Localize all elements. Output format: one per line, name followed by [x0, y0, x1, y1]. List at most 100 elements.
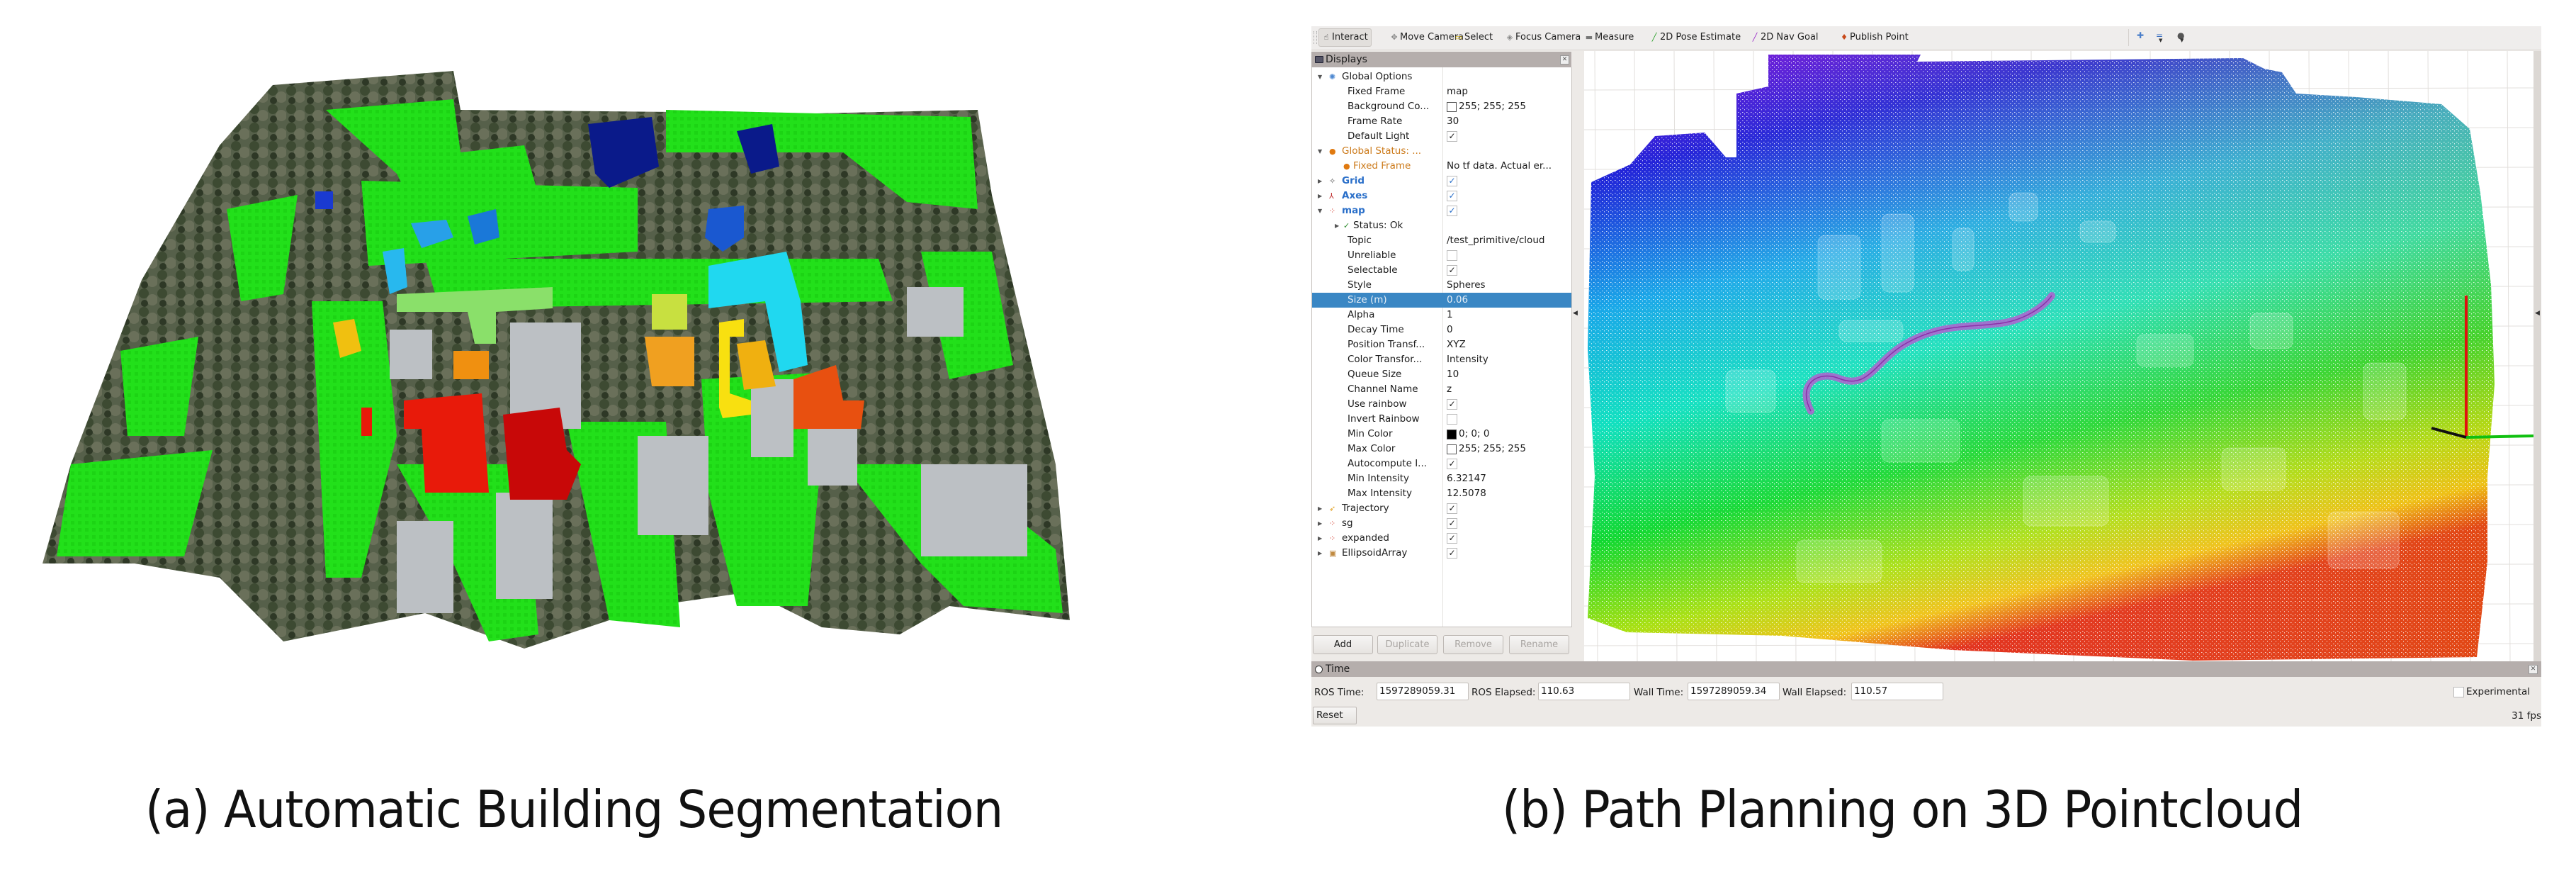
right-dock-handle[interactable]	[2533, 51, 2541, 663]
checkbox[interactable]	[1447, 250, 1457, 261]
reset-button[interactable]: Reset	[1313, 707, 1357, 724]
rename-button[interactable]: Rename	[1509, 635, 1569, 654]
row-value[interactable]: map	[1447, 84, 1468, 99]
tree-row[interactable]: Selectable ✓	[1312, 263, 1571, 278]
collapse-arrow-icon[interactable]: ▶	[1318, 189, 1322, 203]
checkbox[interactable]: ✓	[1447, 191, 1457, 201]
tree-row[interactable]: Invert Rainbow	[1312, 412, 1571, 427]
remove-button[interactable]: Remove	[1443, 635, 1503, 654]
remove-tool-button[interactable]: = ▼	[2156, 30, 2163, 43]
collapse-arrow-icon[interactable]: ▶	[1318, 501, 1322, 516]
wall-time-field[interactable]: 1597289059.34	[1688, 683, 1780, 700]
row-value[interactable]: 30	[1447, 114, 1459, 129]
row-value[interactable]: 255; 255; 255	[1459, 442, 1526, 456]
collapse-arrow-icon[interactable]: ▶	[1318, 174, 1322, 189]
tree-row[interactable]: Min Intensity 6.32147	[1312, 471, 1571, 486]
checkbox[interactable]: ✓	[1447, 503, 1457, 514]
camera-type-button[interactable]: ● ▼	[2177, 30, 2184, 43]
add-button[interactable]: Add	[1313, 635, 1373, 654]
tree-row[interactable]: Min Color 0; 0; 0	[1312, 427, 1571, 442]
row-value[interactable]: 0; 0; 0	[1459, 427, 1489, 442]
row-value[interactable]: 10	[1447, 367, 1459, 382]
tree-row[interactable]: Max Color 255; 255; 255	[1312, 442, 1571, 456]
tree-row[interactable]: ▶ ➶ Trajectory ✓	[1312, 501, 1571, 516]
collapse-arrow-icon[interactable]: ▶	[1318, 516, 1322, 531]
tree-row[interactable]: Background Co... 255; 255; 255	[1312, 99, 1571, 114]
checkbox[interactable]: ✓	[1447, 265, 1457, 276]
tree-row[interactable]: Default Light ✓	[1312, 129, 1571, 144]
tree-row[interactable]: Unreliable	[1312, 248, 1571, 263]
expand-arrow-icon[interactable]: ▼	[1318, 203, 1322, 218]
tool-interact[interactable]: ☝ Interact	[1318, 28, 1372, 47]
checkbox[interactable]: ✓	[1447, 518, 1457, 529]
tree-row[interactable]: ▼ ⁘ map ✓	[1312, 203, 1571, 218]
row-value[interactable]: /test_primitive/cloud	[1447, 233, 1544, 248]
tree-row[interactable]: ▶ ▣ EllipsoidArray ✓	[1312, 546, 1571, 561]
row-value[interactable]: 1	[1447, 308, 1453, 323]
tool-2d-nav-goal[interactable]: ╱ 2D Nav Goal	[1748, 28, 1821, 47]
tree-row[interactable]: Use rainbow ✓	[1312, 397, 1571, 412]
collapse-arrow-icon[interactable]: ▶	[1335, 218, 1339, 233]
row-value[interactable]: Spheres	[1447, 278, 1486, 293]
tree-row[interactable]: ▼ ● Global Status: ...	[1312, 144, 1571, 159]
tool-focus-camera[interactable]: ◈ Focus Camera	[1503, 28, 1583, 47]
row-value[interactable]: No tf data. Actual er...	[1447, 159, 1552, 174]
tool-publish-point[interactable]: ♦ Publish Point	[1837, 28, 1911, 47]
expand-arrow-icon[interactable]: ▼	[1318, 144, 1322, 159]
experimental-checkbox[interactable]	[2453, 687, 2464, 697]
tree-row[interactable]: Queue Size 10	[1312, 367, 1571, 382]
checkbox[interactable]	[1447, 414, 1457, 425]
checkbox[interactable]: ✓	[1447, 548, 1457, 559]
row-value[interactable]: Intensity	[1447, 352, 1488, 367]
color-swatch[interactable]	[1447, 430, 1457, 439]
row-value[interactable]: z	[1447, 382, 1452, 397]
tree-row[interactable]: Autocompute I... ✓	[1312, 456, 1571, 471]
collapse-arrow-icon[interactable]: ▶	[1318, 546, 1322, 561]
checkbox[interactable]: ✓	[1447, 206, 1457, 216]
tree-row[interactable]: ▶ ✓ Status: Ok	[1312, 218, 1571, 233]
tree-row[interactable]: Alpha 1	[1312, 308, 1571, 323]
tree-row[interactable]: ▼ ✺ Global Options	[1312, 69, 1571, 84]
ros-elapsed-field[interactable]: 110.63	[1538, 683, 1630, 700]
close-icon[interactable]: ✕	[2529, 665, 2538, 674]
tree-row[interactable]: ▶ ⅄ Axes ✓	[1312, 189, 1571, 203]
tree-row[interactable]: Color Transfor... Intensity	[1312, 352, 1571, 367]
ros-time-field[interactable]: 1597289059.31	[1377, 683, 1469, 700]
row-value[interactable]: XYZ	[1447, 337, 1466, 352]
checkbox[interactable]: ✓	[1447, 131, 1457, 142]
tree-row[interactable]: ▶ ⁘ sg ✓	[1312, 516, 1571, 531]
row-value[interactable]: 0	[1447, 323, 1453, 337]
duplicate-button[interactable]: Duplicate	[1377, 635, 1437, 654]
checkbox[interactable]: ✓	[1447, 176, 1457, 186]
tree-row[interactable]: Channel Name z	[1312, 382, 1571, 397]
collapse-left-dock-icon[interactable]: ◀	[1573, 310, 1578, 317]
color-swatch[interactable]	[1447, 444, 1457, 454]
checkbox[interactable]: ✓	[1447, 459, 1457, 469]
row-value[interactable]: 6.32147	[1447, 471, 1486, 486]
tree-row[interactable]: Frame Rate 30	[1312, 114, 1571, 129]
tree-row[interactable]: Decay Time 0	[1312, 323, 1571, 337]
checkbox[interactable]: ✓	[1447, 533, 1457, 544]
close-icon[interactable]: ✕	[1560, 55, 1569, 65]
tree-row[interactable]: Max Intensity 12.5078	[1312, 486, 1571, 501]
tree-row[interactable]: Position Transf... XYZ	[1312, 337, 1571, 352]
checkbox[interactable]: ✓	[1447, 399, 1457, 410]
row-value[interactable]: 0.06	[1447, 293, 1468, 308]
wall-elapsed-field[interactable]: 110.57	[1851, 683, 1943, 700]
tree-row[interactable]: Fixed Frame map	[1312, 84, 1571, 99]
tree-row[interactable]: Style Spheres	[1312, 278, 1571, 293]
row-value[interactable]: 255; 255; 255	[1459, 99, 1526, 114]
add-tool-button[interactable]: ✚	[2137, 30, 2144, 40]
toolbar-grip[interactable]	[1314, 31, 1317, 44]
tree-row[interactable]: ● Fixed Frame No tf data. Actual er...	[1312, 159, 1571, 174]
tree-row[interactable]: ▶ ✧ Grid ✓	[1312, 174, 1571, 189]
color-swatch[interactable]	[1447, 102, 1457, 112]
tool-2d-pose-estimate[interactable]: ╱ 2D Pose Estimate	[1647, 28, 1744, 47]
collapse-arrow-icon[interactable]: ▶	[1318, 531, 1322, 546]
tool-measure[interactable]: ▬ Measure	[1582, 28, 1637, 47]
row-value[interactable]: 12.5078	[1447, 486, 1486, 501]
tree-row[interactable]: ▶ ⁘ expanded ✓	[1312, 531, 1571, 546]
tree-row[interactable]: Topic/test_primitive/cloud	[1312, 233, 1571, 248]
expand-arrow-icon[interactable]: ▼	[1318, 69, 1322, 84]
3d-viewport[interactable]	[1584, 51, 2533, 663]
